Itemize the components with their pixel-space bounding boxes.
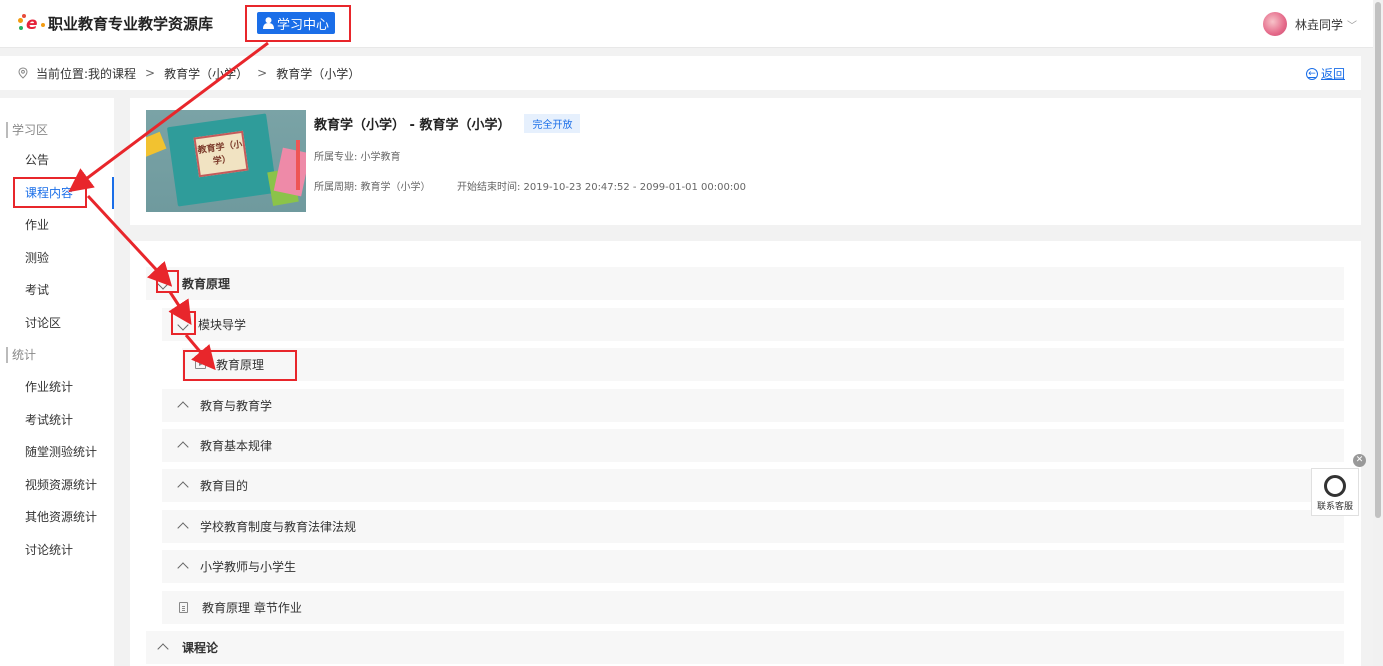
chevron-right-icon: > xyxy=(257,66,268,80)
chevron-up-icon[interactable] xyxy=(172,559,194,575)
breadcrumb-current: 教育学（小学） xyxy=(276,66,361,81)
status-badge: 完全开放 xyxy=(524,114,581,133)
course-cycle: 所属周期: 教育学（小学） xyxy=(314,182,431,193)
breadcrumb-my-courses[interactable]: 当前位置:我的课程 xyxy=(36,65,136,82)
study-center-button[interactable]: 学习中心 xyxy=(257,12,336,34)
sidebar-item-quiz[interactable]: 测验 xyxy=(0,242,114,275)
tree-section-label: 小学教师与小学生 xyxy=(200,560,297,574)
person-icon xyxy=(263,17,275,29)
sidebar-item-exam-stats[interactable]: 考试统计 xyxy=(0,404,114,437)
tree-chapter-item[interactable]: 教育原理 xyxy=(146,267,1344,300)
course-thumbnail[interactable]: 教育学（小学） xyxy=(146,110,306,212)
support-label: 联系客服 xyxy=(1316,502,1353,512)
chevron-up-icon[interactable] xyxy=(172,519,194,535)
tree-section-item[interactable]: 小学教师与小学生 xyxy=(162,550,1344,583)
sidebar-item-discussion-stats[interactable]: 讨论统计 xyxy=(0,534,114,567)
headset-icon xyxy=(1324,475,1346,497)
sidebar-group-stats: 统计 xyxy=(6,347,114,363)
back-link[interactable]: ← 返回 xyxy=(1305,65,1345,82)
tree-module-item[interactable]: 模块导学 xyxy=(162,308,1344,341)
course-title-text: 教育学（小学） - 教育学（小学） xyxy=(314,118,511,133)
study-center-label: 学习中心 xyxy=(277,16,330,32)
breadcrumb-course[interactable]: 教育学（小学） xyxy=(164,65,248,82)
tree-section-item[interactable]: 教育目的 xyxy=(162,469,1344,502)
contact-support-widget[interactable]: 联系客服 xyxy=(1311,468,1359,516)
tree-section-label: 教育与教育学 xyxy=(200,399,273,413)
site-logo[interactable]: e 职业教育专业教学资源库 xyxy=(18,13,213,34)
chevron-down-icon: ﹀ xyxy=(1347,20,1357,32)
sidebar-item-quiz-stats[interactable]: 随堂测验统计 xyxy=(0,436,114,469)
user-menu[interactable]: 林垚同学 ﹀ xyxy=(1262,12,1357,36)
tree-chapter-label: 课程论 xyxy=(182,641,219,655)
back-label: 返回 xyxy=(1320,67,1345,81)
tree-section-label: 教育目的 xyxy=(200,479,249,493)
back-arrow-icon: ← xyxy=(1305,67,1318,80)
chevron-right-icon: > xyxy=(145,66,156,80)
course-card: 教育学（小学） 教育学（小学） - 教育学（小学） 完全开放 所属专业: 小学教… xyxy=(130,98,1361,225)
chevron-up-icon[interactable] xyxy=(172,438,194,454)
chapter-toggle-highlight xyxy=(156,270,179,293)
course-title: 教育学（小学） - 教育学（小学） 完全开放 xyxy=(314,114,581,133)
user-name: 林垚同学 xyxy=(1294,17,1343,32)
page-scrollbar[interactable] xyxy=(1373,0,1383,666)
chevron-up-icon[interactable] xyxy=(152,640,174,656)
tree-section-item[interactable]: 学校教育制度与教育法律法规 xyxy=(162,510,1344,543)
logo-mark-icon: e xyxy=(18,13,45,34)
close-icon[interactable]: ✕ xyxy=(1353,454,1366,467)
logo-text: 职业教育专业教学资源库 xyxy=(48,15,214,33)
thumbnail-text: 教育学（小学） xyxy=(193,130,249,178)
sidebar-group-study: 学习区 xyxy=(6,122,114,138)
top-header: e 职业教育专业教学资源库 学习中心 林垚同学 ﹀ xyxy=(0,0,1383,48)
chevron-up-icon[interactable] xyxy=(172,478,194,494)
location-pin-icon xyxy=(18,67,28,79)
sidebar-item-resource-stats[interactable]: 其他资源统计 xyxy=(0,501,114,534)
tree-section-label: 教育基本规律 xyxy=(200,439,273,453)
study-center-highlight: 学习中心 xyxy=(245,5,352,42)
tree-homework-item[interactable]: 教育原理 章节作业 xyxy=(162,591,1344,624)
module-toggle-highlight xyxy=(171,311,196,335)
breadcrumb: 当前位置:我的课程 > 教育学（小学） > 教育学（小学） ← 返回 xyxy=(0,56,1361,90)
course-tree: 教育原理 模块导学 教育原理 教育与教育学 教育基本规律 教育目的 学校教育制度… xyxy=(130,241,1361,666)
sidebar-item-homework[interactable]: 作业 xyxy=(0,209,114,242)
tree-chapter-item[interactable]: 课程论 xyxy=(146,631,1344,664)
sidebar-item-video-stats[interactable]: 视频资源统计 xyxy=(0,469,114,502)
tree-homework-label: 教育原理 章节作业 xyxy=(202,601,302,615)
sidebar-item-announcement[interactable]: 公告 xyxy=(0,144,114,177)
tree-module-label: 模块导学 xyxy=(198,318,247,332)
sidebar-item-exam[interactable]: 考试 xyxy=(0,274,114,307)
tree-section-label: 学校教育制度与教育法律法规 xyxy=(200,520,357,534)
course-major: 所属专业: 小学教育 xyxy=(314,152,401,163)
tree-section-item[interactable]: 教育基本规律 xyxy=(162,429,1344,462)
chevron-up-icon[interactable] xyxy=(172,398,194,414)
course-time: 开始结束时间: 2019-10-23 20:47:52 - 2099-01-01… xyxy=(457,182,746,193)
course-content-highlight xyxy=(13,177,87,208)
tree-section-item[interactable]: 教育与教育学 xyxy=(162,389,1344,422)
scrollbar-thumb[interactable] xyxy=(1375,2,1381,518)
sidebar-item-discussion[interactable]: 讨论区 xyxy=(0,307,114,340)
avatar xyxy=(1262,12,1287,36)
tree-lesson-item[interactable]: 教育原理 xyxy=(182,348,1344,381)
sidebar-item-homework-stats[interactable]: 作业统计 xyxy=(0,371,114,404)
tree-chapter-label: 教育原理 xyxy=(182,277,231,291)
clipboard-icon xyxy=(179,602,188,613)
lesson-highlight xyxy=(183,350,297,381)
